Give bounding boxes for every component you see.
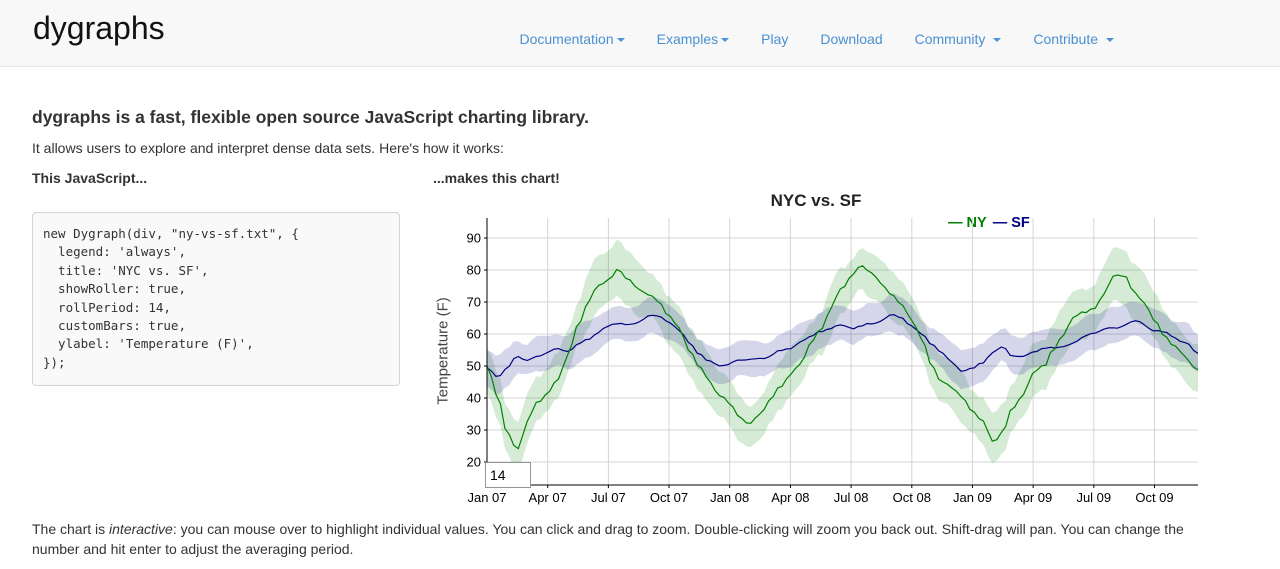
- code-sample-block: new Dygraph(div, "ny-vs-sf.txt", { legen…: [32, 212, 400, 386]
- x-axis-tick-label: Oct 08: [893, 490, 931, 505]
- x-axis-tick-label: Jan 09: [953, 490, 992, 505]
- help-text-prefix: The chart is: [32, 521, 109, 537]
- interaction-help-text: The chart is interactive: you can mouse …: [32, 519, 1206, 559]
- nav-item-examples: Examples: [641, 31, 745, 49]
- x-axis-tick-label: Oct 09: [1135, 490, 1173, 505]
- chart-column-label: ...makes this chart!: [433, 170, 560, 186]
- x-axis-tick-label: Jul 08: [834, 490, 869, 505]
- x-axis-tick-label: Jul 09: [1076, 490, 1111, 505]
- brand-logo[interactable]: dygraphs: [33, 10, 165, 47]
- dygraphs-homepage: { "navbar": { "brand": "dygraphs", "link…: [0, 0, 1280, 569]
- nav-link-download[interactable]: Download: [820, 31, 882, 47]
- chart-plot-area[interactable]: 20 30 40 50 60 70 80 90 Jan 07 Apr 07 Jul 07 Oct 07…: [434, 190, 1210, 520]
- nav-menu: Documentation Examples Play Download Communi…: [503, 0, 1130, 66]
- help-text-suffix: : you can mouse over to highlight indivi…: [32, 521, 1184, 557]
- y-axis-tick-label: 70: [467, 295, 481, 310]
- y-axis-tick-label: 80: [467, 263, 481, 278]
- nav-link-examples[interactable]: Examples: [657, 31, 729, 47]
- y-axis-tick-label: 20: [467, 455, 481, 470]
- y-axis-tick-label: 50: [467, 359, 481, 374]
- nav-link-play[interactable]: Play: [761, 31, 788, 47]
- chevron-down-icon: [721, 38, 729, 42]
- nav-item-documentation: Documentation: [503, 31, 640, 49]
- y-axis-tick-label: 60: [467, 327, 481, 342]
- x-axis-tick-label: Jan 07: [467, 490, 506, 505]
- javascript-column-label: This JavaScript...: [32, 170, 147, 186]
- help-text-italic: interactive: [109, 521, 173, 537]
- x-axis-tick-label: Apr 07: [529, 490, 567, 505]
- x-axis-tick-label: Apr 09: [1014, 490, 1052, 505]
- page-heading: dygraphs is a fast, flexible open source…: [32, 107, 589, 128]
- navbar: dygraphs Documentation Examples Play Downlo…: [0, 0, 1280, 67]
- x-axis-tick-label: Oct 07: [650, 490, 688, 505]
- chevron-down-icon: [993, 38, 1001, 42]
- x-axis-tick-label: Jan 08: [710, 490, 749, 505]
- page-subheading: It allows users to explore and interpret…: [32, 140, 504, 156]
- code-sample-text: new Dygraph(div, "ny-vs-sf.txt", { legen…: [43, 226, 299, 370]
- nav-item-download: Download: [804, 31, 898, 49]
- chevron-down-icon: [1106, 38, 1114, 42]
- nav-link-contribute[interactable]: Contribute: [1033, 31, 1114, 47]
- nav-link-community[interactable]: Community: [915, 31, 1002, 47]
- x-axis-tick-label: Apr 08: [771, 490, 809, 505]
- nav-link-documentation[interactable]: Documentation: [519, 31, 624, 47]
- nav-item-play: Play: [745, 31, 804, 49]
- nav-item-contribute: Contribute: [1017, 31, 1130, 49]
- y-axis-tick-label: 90: [467, 231, 481, 246]
- y-axis-tick-label: 30: [467, 423, 481, 438]
- y-axis-tick-label: 40: [467, 391, 481, 406]
- chevron-down-icon: [617, 38, 625, 42]
- nav-item-community: Community: [899, 31, 1018, 49]
- x-axis-tick-label: Jul 07: [591, 490, 626, 505]
- roll-period-input[interactable]: [485, 462, 531, 488]
- chart-band-ny: [487, 239, 1198, 473]
- nyc-sf-chart: NYC vs. SF — NY— SF Temperature (F) 2030…: [434, 190, 1210, 520]
